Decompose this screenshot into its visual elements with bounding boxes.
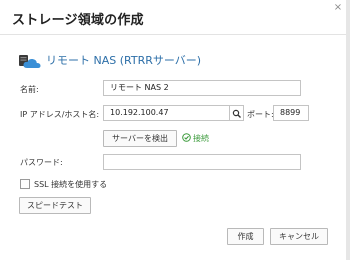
cancel-button[interactable]: キャンセル [270,228,328,245]
status-text: 接続 [193,134,209,143]
host-label: IP アドレス/ホスト名: [20,110,100,119]
search-icon [232,109,241,118]
host-field[interactable]: 10.192.100.47 [103,105,230,121]
port-label: ポート: [247,110,274,119]
service-title: リモート NAS (RTRRサーバー) [46,54,202,67]
ssl-label: SSL 接続を使用する [34,180,108,189]
ssl-checkbox[interactable] [20,179,30,189]
name-field[interactable]: リモート NAS 2 [103,80,301,96]
cloud-icon [19,55,41,68]
password-label: パスワード: [20,158,63,167]
create-storage-dialog: ストレージ領域の作成 × リモート NAS (RTRRサーバー) 名前: リモー… [0,0,346,260]
close-icon[interactable]: × [333,3,343,13]
name-label: 名前: [20,85,39,94]
dialog-title: ストレージ領域の作成 [12,13,144,28]
port-field[interactable]: 8899 [273,105,309,121]
create-button[interactable]: 作成 [227,228,264,245]
header-divider [0,34,346,35]
detect-server-button[interactable]: サーバーを検出 [103,130,177,147]
speed-test-button[interactable]: スピードテスト [19,197,91,214]
password-field[interactable] [103,154,301,170]
check-circle-icon [182,133,191,142]
dialog-titlebar: ストレージ領域の作成 × [0,0,346,34]
search-button[interactable] [230,105,244,121]
window-edge [346,0,350,260]
